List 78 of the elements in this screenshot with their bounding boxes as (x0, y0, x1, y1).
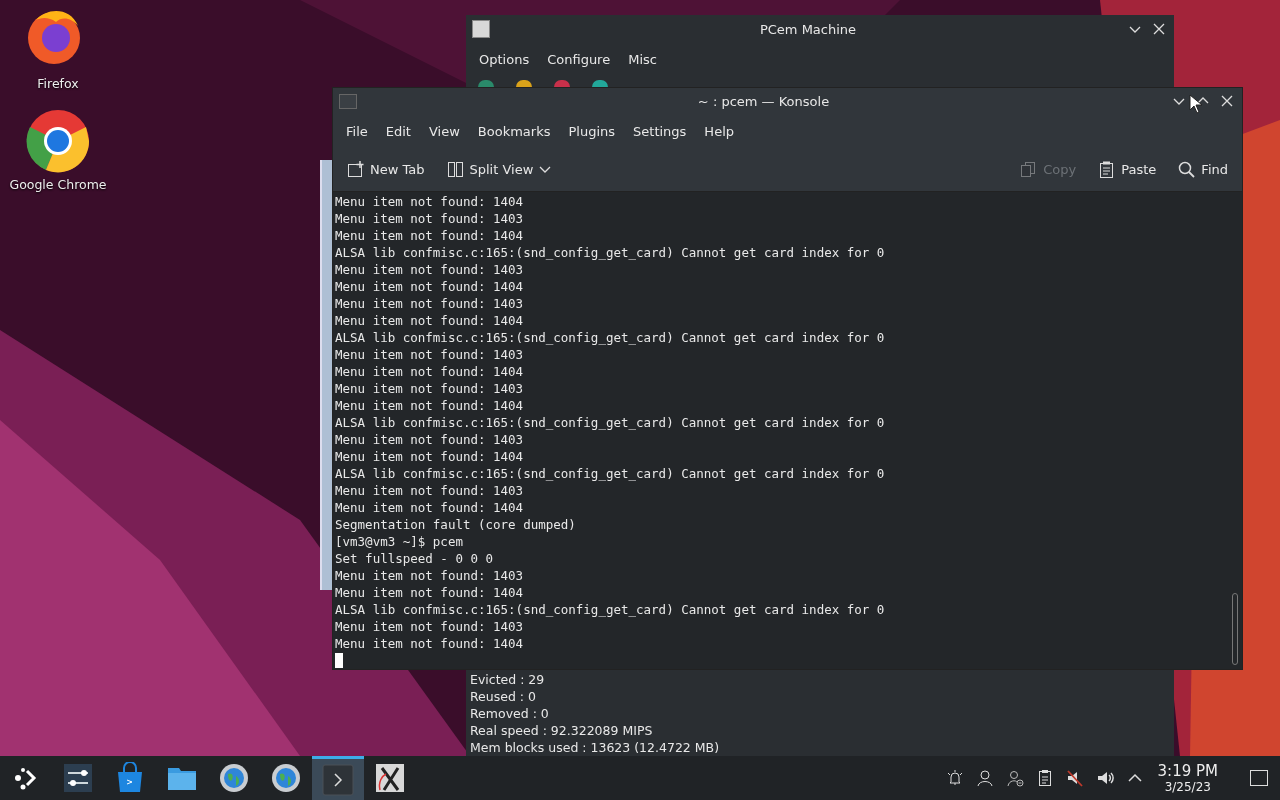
toolbar-icon[interactable] (516, 80, 532, 87)
terminal-line: Menu item not found: 1403 (335, 567, 525, 584)
menu-item[interactable]: Configure (538, 47, 620, 71)
menu-item[interactable]: Misc (619, 47, 666, 71)
terminal-line: Menu item not found: 1404 (335, 193, 525, 210)
chrome-icon[interactable] (26, 109, 90, 173)
bell-icon[interactable] (945, 769, 964, 787)
stat-text: Mem blocks used : 13623 (12.4722 MB) (470, 739, 719, 756)
globe-icon (218, 762, 250, 794)
menu-item[interactable]: View (419, 119, 469, 143)
terminal-line: Menu item not found: 1403 (335, 261, 525, 278)
terminal-line: ALSA lib confmisc.c:165:(snd_config_get_card) Cannot get card index for 0 (335, 601, 886, 618)
stat-text: Real speed : 92.322089 MIPS (470, 722, 654, 739)
terminal-line: Menu item not found: 1403 (335, 346, 525, 363)
terminal-line: [vm3@vm3 ~]$ pcem (335, 533, 464, 550)
window-title: ~ : pcem — Konsole (696, 93, 831, 109)
terminal-line: Menu item not found: 1403 (335, 431, 525, 448)
terminal-line: Menu item not found: 1403 (335, 482, 525, 499)
text-cursor (335, 653, 343, 668)
split-view-icon (446, 161, 464, 178)
terminal-line: Menu item not found: 1404 (335, 363, 525, 380)
clock-time: 3:19 PM (1157, 762, 1218, 780)
search-icon (1178, 161, 1196, 178)
terminal-line: Menu item not found: 1403 (335, 210, 525, 227)
terminal-line: Segmentation fault (core dumped) (335, 516, 577, 533)
user-minus-icon[interactable] (1005, 769, 1024, 787)
terminal-line: Set fullspeed - 0 0 0 (335, 550, 495, 567)
toolbar-icon[interactable] (478, 80, 494, 87)
terminal-line: ALSA lib confmisc.c:165:(snd_config_get_card) Cannot get card index for 0 (335, 244, 886, 261)
toolbar-icon[interactable] (592, 80, 608, 87)
icon-label: Firefox (37, 76, 79, 91)
find-button[interactable]: Find (1174, 157, 1232, 182)
stat-text: Evicted : 29 (470, 671, 546, 688)
stat-text: Reused : 0 (470, 688, 537, 705)
terminal-line: ALSA lib confmisc.c:165:(snd_config_get_card) Cannot get card index for 0 (335, 414, 886, 431)
terminal-line: Menu item not found: 1404 (335, 448, 525, 465)
muted-speaker-icon[interactable] (1065, 769, 1084, 787)
terminal-line: Menu item not found: 1404 (335, 584, 525, 601)
menu-item[interactable]: Options (470, 47, 539, 71)
scrollbar-thumb[interactable] (1232, 593, 1238, 665)
mouse-pointer-icon (1189, 94, 1203, 114)
terminal-line: Menu item not found: 1404 (335, 635, 525, 652)
terminal-line: Menu item not found: 1403 (335, 380, 525, 397)
window-title: PCem Machine (758, 21, 858, 37)
clock[interactable]: 3:19 PM 3/25/23 (1157, 762, 1218, 794)
new-tab-icon (347, 161, 364, 178)
user-icon[interactable] (975, 769, 994, 787)
toolbar-icon[interactable] (554, 80, 570, 87)
terminal-line: Menu item not found: 1404 (335, 227, 525, 244)
close-button[interactable] (1221, 95, 1233, 107)
icon-label: Google Chrome (9, 177, 107, 192)
terminal-line: Menu item not found: 1404 (335, 312, 525, 329)
terminal-line: ALSA lib confmisc.c:165:(snd_config_get_card) Cannot get card index for 0 (335, 465, 886, 482)
terminal-line: Menu item not found: 1404 (335, 397, 525, 414)
terminal-line: Menu item not found: 1403 (335, 295, 525, 312)
menu-item[interactable]: Edit (376, 119, 420, 143)
globe-icon (270, 762, 302, 794)
terminal-line: Menu item not found: 1403 (335, 618, 525, 635)
speaker-icon[interactable] (1095, 769, 1114, 787)
menu-item[interactable]: Bookmarks (468, 119, 560, 143)
terminal-view[interactable] (333, 192, 1242, 669)
copy-icon (1020, 161, 1038, 178)
new-tab-button[interactable]: New Tab (343, 157, 429, 182)
clock-date: 3/25/23 (1164, 779, 1211, 794)
menu-item[interactable]: Settings (624, 119, 696, 143)
terminal-line: Menu item not found: 1404 (335, 278, 525, 295)
launcher-icon (13, 765, 39, 791)
stat-text: Removed : 0 (470, 705, 550, 722)
terminal-line: Menu item not found: 1404 (335, 499, 525, 516)
terminal-line: ALSA lib confmisc.c:165:(snd_config_get_card) Cannot get card index for 0 (335, 329, 886, 346)
menu-item[interactable]: Plugins (559, 119, 625, 143)
menu-item[interactable]: Help (695, 119, 743, 143)
menu-item[interactable]: File (337, 119, 377, 143)
clipboard-icon (1098, 161, 1116, 178)
close-button[interactable] (1153, 23, 1165, 35)
split-view-button[interactable]: Split View (442, 157, 556, 182)
paste-button[interactable]: Paste (1094, 157, 1161, 182)
settings-icon (62, 762, 94, 794)
